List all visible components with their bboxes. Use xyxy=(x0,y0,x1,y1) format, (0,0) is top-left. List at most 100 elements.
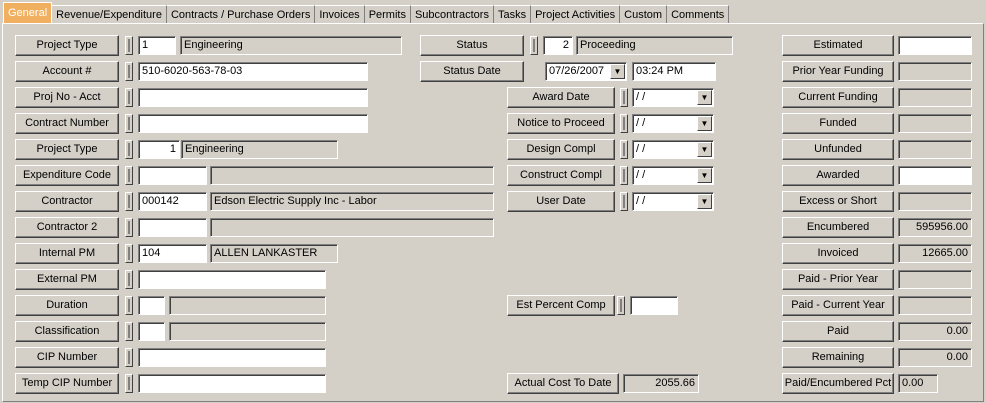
status-date-dropdown-icon[interactable]: ▼ xyxy=(610,64,625,79)
paid-prior-year-button[interactable]: Paid - Prior Year xyxy=(782,269,894,290)
temp-cip-number-grip[interactable] xyxy=(125,374,133,393)
encumbered-field: 595956.00 xyxy=(898,218,972,237)
est-percent-comp-input[interactable] xyxy=(630,296,678,315)
contractor-grip[interactable] xyxy=(125,192,133,211)
status-code-input[interactable]: 2 xyxy=(543,36,573,55)
unfunded-button[interactable]: Unfunded xyxy=(782,139,894,160)
notice-to-proceed-dropdown-icon[interactable]: ▼ xyxy=(697,116,712,131)
user-date-button[interactable]: User Date xyxy=(507,191,615,212)
tab-general[interactable]: General xyxy=(3,2,53,24)
estimated-button[interactable]: Estimated xyxy=(782,35,894,56)
status-time-input[interactable]: 03:24 PM xyxy=(632,62,716,81)
tab-permits[interactable]: Permits xyxy=(364,5,411,24)
contract-number-button[interactable]: Contract Number xyxy=(15,113,119,134)
contract-number-input[interactable] xyxy=(138,114,368,133)
tab-tasks[interactable]: Tasks xyxy=(493,5,532,24)
current-funding-button[interactable]: Current Funding xyxy=(782,87,894,108)
award-date-button[interactable]: Award Date xyxy=(507,87,615,108)
tab-custom[interactable]: Custom xyxy=(620,5,668,24)
est-percent-comp-grip[interactable] xyxy=(617,296,625,315)
paid-encumbered-pct-button[interactable]: Paid/Encumbered Pct xyxy=(782,373,894,394)
expenditure-code-grip[interactable] xyxy=(125,166,133,185)
est-percent-comp-button[interactable]: Est Percent Comp xyxy=(507,295,615,316)
temp-cip-number-input[interactable] xyxy=(138,374,326,393)
expenditure-code-input[interactable] xyxy=(138,166,207,185)
tab-project-activities[interactable]: Project Activities xyxy=(531,5,621,24)
construct-compl-picker[interactable]: / / ▼ xyxy=(632,166,714,185)
tab-contracts-purchase-orders[interactable]: Contracts / Purchase Orders xyxy=(166,5,316,24)
duration-code-input[interactable] xyxy=(138,296,165,315)
temp-cip-number-button[interactable]: Temp CIP Number xyxy=(15,373,119,394)
awarded-input[interactable] xyxy=(898,166,972,185)
estimated-input[interactable] xyxy=(898,36,972,55)
user-date-grip[interactable] xyxy=(620,192,628,211)
notice-to-proceed-grip[interactable] xyxy=(620,114,628,133)
tab-comments[interactable]: Comments xyxy=(667,5,730,24)
status-date-picker[interactable]: 07/26/2007 ▼ xyxy=(545,62,627,81)
classification-code-input[interactable] xyxy=(138,322,165,341)
design-compl-grip[interactable] xyxy=(620,140,628,159)
tab-revenue-expenditure[interactable]: Revenue/Expenditure xyxy=(52,5,167,24)
prior-year-funding-button[interactable]: Prior Year Funding xyxy=(782,61,894,82)
external-pm-grip[interactable] xyxy=(125,270,133,289)
tab-invoices[interactable]: Invoices xyxy=(315,5,365,24)
construct-compl-grip[interactable] xyxy=(620,166,628,185)
status-date-button[interactable]: Status Date xyxy=(420,61,524,82)
paid-current-year-button[interactable]: Paid - Current Year xyxy=(782,295,894,316)
project-type-code-input[interactable]: 1 xyxy=(138,36,176,55)
project-type-2-grip[interactable] xyxy=(125,140,133,159)
design-compl-picker[interactable]: / / ▼ xyxy=(632,140,714,159)
classification-grip[interactable] xyxy=(125,322,133,341)
notice-to-proceed-button[interactable]: Notice to Proceed xyxy=(507,113,615,134)
duration-grip[interactable] xyxy=(125,296,133,315)
project-type-button[interactable]: Project Type xyxy=(15,35,119,56)
cip-number-button[interactable]: CIP Number xyxy=(15,347,119,368)
construct-compl-button[interactable]: Construct Compl xyxy=(507,165,615,186)
contractor-2-button[interactable]: Contractor 2 xyxy=(15,217,119,238)
project-type-grip[interactable] xyxy=(125,36,133,55)
contractor-button[interactable]: Contractor xyxy=(15,191,119,212)
contractor-2-grip[interactable] xyxy=(125,218,133,237)
tab-subcontractors[interactable]: Subcontractors xyxy=(410,5,494,24)
design-compl-dropdown-icon[interactable]: ▼ xyxy=(697,142,712,157)
notice-to-proceed-picker[interactable]: / / ▼ xyxy=(632,114,714,133)
project-type-2-button[interactable]: Project Type xyxy=(15,139,119,160)
internal-pm-button[interactable]: Internal PM xyxy=(15,243,119,264)
contractor-code-input[interactable]: 000142 xyxy=(138,192,207,211)
funded-button[interactable]: Funded xyxy=(782,113,894,134)
internal-pm-code-input[interactable]: 104 xyxy=(138,244,207,263)
design-compl-button[interactable]: Design Compl xyxy=(507,139,615,160)
account-number-button[interactable]: Account # xyxy=(15,61,119,82)
duration-button[interactable]: Duration xyxy=(15,295,119,316)
award-date-grip[interactable] xyxy=(620,88,628,107)
construct-compl-dropdown-icon[interactable]: ▼ xyxy=(697,168,712,183)
classification-button[interactable]: Classification xyxy=(15,321,119,342)
status-button[interactable]: Status xyxy=(420,35,524,56)
proj-no-acct-input[interactable] xyxy=(138,88,368,107)
proj-no-acct-grip[interactable] xyxy=(125,88,133,107)
cip-number-input[interactable] xyxy=(138,348,326,367)
awarded-button[interactable]: Awarded xyxy=(782,165,894,186)
external-pm-button[interactable]: External PM xyxy=(15,269,119,290)
encumbered-button[interactable]: Encumbered xyxy=(782,217,894,238)
award-date-dropdown-icon[interactable]: ▼ xyxy=(697,90,712,105)
expenditure-code-button[interactable]: Expenditure Code xyxy=(15,165,119,186)
paid-button[interactable]: Paid xyxy=(782,321,894,342)
internal-pm-grip[interactable] xyxy=(125,244,133,263)
contract-number-grip[interactable] xyxy=(125,114,133,133)
contractor-2-code-input[interactable] xyxy=(138,218,207,237)
user-date-dropdown-icon[interactable]: ▼ xyxy=(697,194,712,209)
status-grip[interactable] xyxy=(530,36,538,55)
cip-number-grip[interactable] xyxy=(125,348,133,367)
proj-no-acct-button[interactable]: Proj No - Acct xyxy=(15,87,119,108)
account-number-input[interactable]: 510-6020-563-78-03 xyxy=(138,62,368,81)
excess-or-short-button[interactable]: Excess or Short xyxy=(782,191,894,212)
user-date-picker[interactable]: / / ▼ xyxy=(632,192,714,211)
project-type-2-code-input[interactable]: 1 xyxy=(138,140,180,159)
actual-cost-to-date-button[interactable]: Actual Cost To Date xyxy=(507,373,619,394)
award-date-picker[interactable]: / / ▼ xyxy=(632,88,714,107)
external-pm-input[interactable] xyxy=(138,270,326,289)
invoiced-button[interactable]: Invoiced xyxy=(782,243,894,264)
account-number-grip[interactable] xyxy=(125,62,133,81)
remaining-button[interactable]: Remaining xyxy=(782,347,894,368)
